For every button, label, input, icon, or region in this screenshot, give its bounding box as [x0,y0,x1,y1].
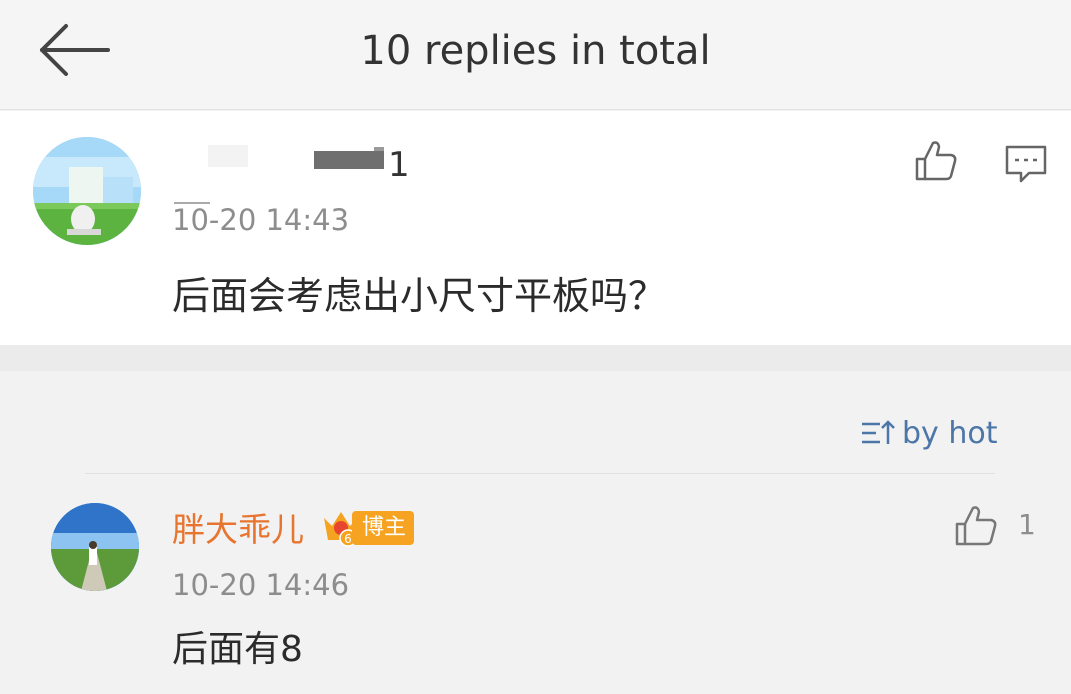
section-divider [0,345,1071,371]
comment-text: 后面会考虑出小尺寸平板吗？ [172,274,667,318]
reply-like-button[interactable] [953,504,999,548]
badge-level: 6 [344,532,352,546]
page-title: 10 replies in total [360,28,711,74]
reply-timestamp: 10-20 14:46 [172,568,350,602]
redacted-mark [374,147,384,151]
avatar[interactable] [51,503,139,591]
redacted-mark [314,151,384,169]
avatar-image [51,503,139,591]
sort-label: by hot [902,416,998,451]
sort-toggle[interactable]: by hot [860,414,997,454]
avatar[interactable] [33,137,141,245]
reply-like-count: 1 [1018,508,1036,541]
thumbs-up-icon [955,506,997,546]
main-comment: 1 10-20 14:43 后面会考虑出小尺寸平板吗？ [0,111,1071,345]
reply-text: 后面有8 [172,629,303,670]
blogger-badge: 博主 [352,511,415,545]
like-button[interactable] [913,139,959,183]
reply-username[interactable]: 胖大乖儿 [172,510,304,550]
username-text: 1 [388,145,410,185]
divider [85,473,995,474]
reply-button[interactable] [1003,141,1049,185]
comment-icon [1005,145,1047,183]
comment-timestamp: 10-20 14:43 [172,203,350,237]
avatar-image [33,137,141,245]
username[interactable]: 1 [172,141,412,185]
thumbs-up-icon [915,141,957,181]
sort-icon [862,420,895,444]
top-bar: 10 replies in total [0,0,1071,110]
replies-page: 10 replies in total 1 10-20 14:43 后面会考虑出… [0,0,1071,694]
redacted-mark [208,145,248,167]
